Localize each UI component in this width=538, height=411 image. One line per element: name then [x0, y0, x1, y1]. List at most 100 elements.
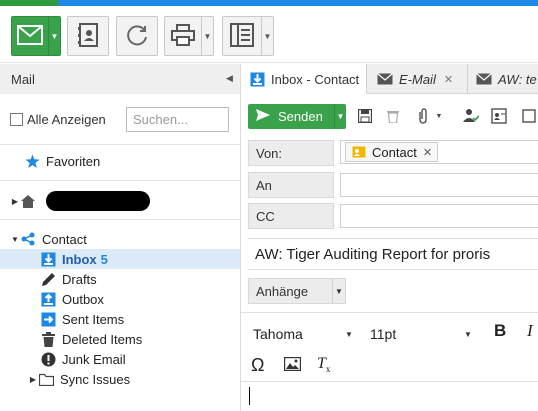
- subject-field[interactable]: AW: Tiger Auditing Report for proris: [248, 238, 538, 270]
- contact-card-icon[interactable]: [491, 108, 507, 124]
- folder-sync-issues[interactable]: ▶ Sync Issues: [0, 369, 240, 389]
- tab-bar: Inbox - Contact E-Mail ✕ AW: te: [241, 64, 538, 94]
- address-book-icon: [77, 22, 99, 50]
- send-arrow-icon: [256, 109, 270, 124]
- inbox-icon: [249, 71, 265, 87]
- to-field[interactable]: [340, 173, 538, 197]
- text-caret: [249, 387, 250, 405]
- chevron-down-icon[interactable]: ▼: [261, 17, 273, 55]
- more-icon[interactable]: [521, 108, 537, 124]
- from-label[interactable]: Von:: [248, 140, 334, 166]
- folder-drafts[interactable]: Drafts: [0, 269, 240, 289]
- font-size-value: 11pt: [370, 326, 397, 342]
- redacted-label: [46, 191, 150, 211]
- chevron-down-icon[interactable]: ▼: [48, 17, 60, 55]
- collapse-arrow-icon[interactable]: ◀: [226, 73, 233, 84]
- account-label: Contact: [42, 231, 87, 247]
- folder-search-input[interactable]: Suchen...: [126, 107, 229, 132]
- show-all-label: Alle Anzeigen: [27, 112, 106, 127]
- expand-arrow-icon[interactable]: ▶: [10, 197, 20, 206]
- print-button[interactable]: ▼: [164, 16, 214, 56]
- mail-module-button[interactable]: ▼: [11, 16, 61, 56]
- folder-junk-email[interactable]: Junk Email: [0, 349, 240, 369]
- favorites-label: Favoriten: [46, 153, 101, 169]
- tab-reply[interactable]: AW: te: [468, 64, 538, 94]
- trash-icon[interactable]: [385, 108, 401, 124]
- chevron-down-icon[interactable]: ▼: [332, 279, 345, 303]
- from-recipient-chip[interactable]: Contact ✕: [345, 142, 439, 162]
- chevron-down-icon[interactable]: ▼: [431, 108, 447, 124]
- outbox-icon: [40, 291, 56, 307]
- favorites-node[interactable]: Favoriten: [0, 151, 240, 171]
- font-size-select[interactable]: 11pt ▼: [370, 323, 472, 345]
- redacted-account-node[interactable]: ▶: [0, 191, 240, 211]
- folder-inbox[interactable]: Inbox 5: [0, 249, 240, 269]
- omega-special-char-icon[interactable]: Ω: [251, 355, 264, 376]
- italic-icon[interactable]: I: [527, 321, 533, 341]
- tab-inbox-contact[interactable]: Inbox - Contact: [241, 64, 367, 94]
- inbox-icon: [40, 251, 56, 267]
- layout-icon: [230, 22, 254, 50]
- folder-icon: [38, 371, 54, 387]
- tab-label: AW: te: [498, 71, 537, 87]
- collapse-arrow-icon[interactable]: ▼: [10, 235, 20, 244]
- chevron-down-icon: ▼: [345, 329, 353, 339]
- send-label: Senden: [278, 109, 323, 124]
- pencil-icon: [40, 271, 56, 287]
- font-family-value: Tahoma: [253, 326, 303, 342]
- folder-pane: Mail ◀ Alle Anzeigen Suchen... Favoriten…: [0, 64, 241, 411]
- chevron-down-icon[interactable]: ▼: [201, 17, 213, 55]
- folder-outbox[interactable]: Outbox: [0, 289, 240, 309]
- image-icon[interactable]: [283, 356, 302, 374]
- envelope-icon: [377, 71, 393, 87]
- tab-label: E-Mail: [399, 71, 436, 87]
- font-family-select[interactable]: Tahoma ▼: [253, 323, 353, 345]
- account-node-contact[interactable]: ▼ Contact: [0, 229, 240, 249]
- folder-pane-title: Mail: [11, 71, 35, 87]
- tab-email[interactable]: E-Mail ✕: [367, 64, 468, 94]
- cc-field[interactable]: [340, 204, 538, 228]
- printer-icon: [171, 23, 195, 49]
- show-all-toggle[interactable]: Alle Anzeigen: [10, 112, 106, 127]
- show-all-checkbox[interactable]: [10, 113, 23, 126]
- contact-badge-icon: [351, 144, 367, 160]
- save-icon[interactable]: [357, 108, 373, 124]
- paperclip-icon[interactable]: [415, 108, 431, 124]
- attachments-label: Anhänge: [256, 283, 309, 299]
- sent-icon: [40, 311, 56, 327]
- main-toolbar: ▼ ▼ ▼: [0, 6, 538, 63]
- compose-toolbar: Senden ▼ ▼: [241, 94, 538, 136]
- folder-label: Inbox: [62, 251, 97, 267]
- check-names-icon[interactable]: [463, 108, 479, 124]
- share-icon: [20, 231, 36, 247]
- bold-icon[interactable]: B: [494, 321, 506, 341]
- clear-format-icon[interactable]: Tx: [317, 355, 330, 374]
- contacts-module-button[interactable]: [67, 16, 109, 56]
- folder-pane-header: Mail ◀: [0, 64, 240, 94]
- layout-button[interactable]: ▼: [222, 16, 274, 56]
- close-icon[interactable]: ✕: [444, 73, 453, 86]
- folder-deleted-items[interactable]: Deleted Items: [0, 329, 240, 349]
- star-icon: [24, 153, 40, 169]
- folder-label: Sent Items: [62, 311, 125, 327]
- expand-arrow-icon[interactable]: ▶: [28, 375, 38, 384]
- chevron-down-icon[interactable]: ▼: [334, 104, 346, 129]
- message-body-editor[interactable]: [241, 382, 538, 411]
- tab-label: Inbox - Contact: [271, 71, 360, 87]
- folder-label: Outbox: [62, 291, 104, 307]
- recipient-name: Contact: [372, 144, 417, 160]
- trash-icon: [40, 331, 56, 347]
- folder-sent-items[interactable]: Sent Items: [0, 309, 240, 329]
- sync-module-button[interactable]: [116, 16, 158, 56]
- to-button[interactable]: An: [248, 172, 334, 198]
- sync-icon: [125, 23, 149, 50]
- cc-button[interactable]: CC: [248, 203, 334, 229]
- folder-label: Junk Email: [62, 351, 126, 367]
- folder-label: Drafts: [62, 271, 97, 287]
- unread-count-badge: 5: [100, 251, 108, 267]
- folder-label: Deleted Items: [62, 331, 143, 347]
- send-button[interactable]: Senden ▼: [248, 104, 346, 129]
- junk-icon: [40, 351, 56, 367]
- remove-icon[interactable]: ✕: [423, 146, 432, 159]
- attachments-button[interactable]: Anhänge ▼: [248, 278, 346, 304]
